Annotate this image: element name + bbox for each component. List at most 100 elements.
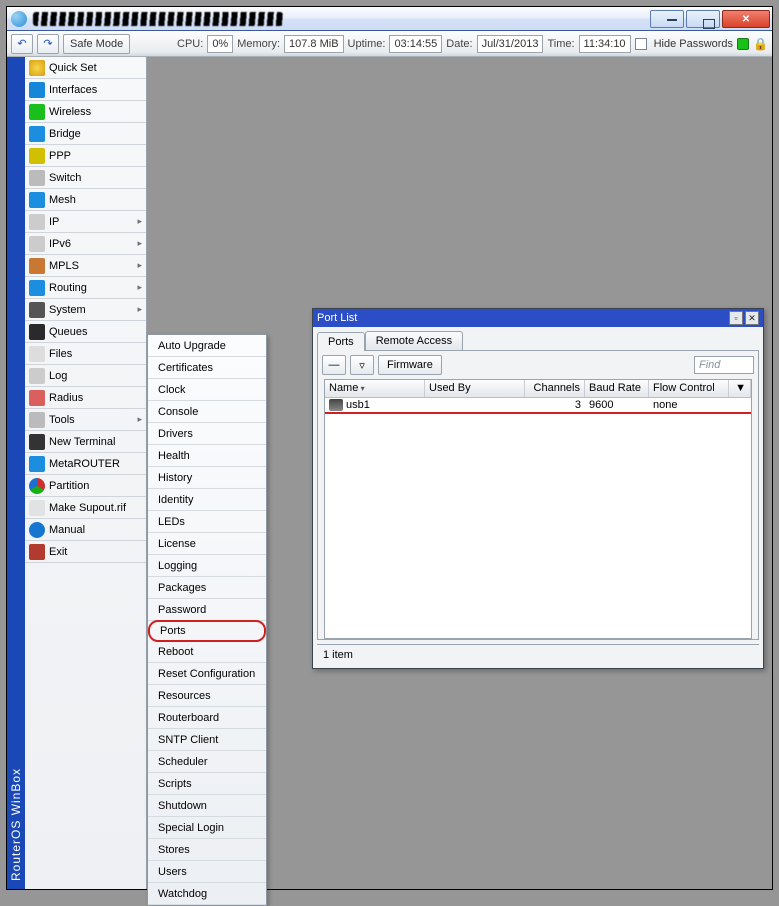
portlist-panel: — ▿ Firmware Find Name Used By Channels … xyxy=(317,350,759,640)
system-icon xyxy=(29,302,45,318)
submenu-item-watchdog[interactable]: Watchdog xyxy=(148,883,266,905)
submenu-item-reboot[interactable]: Reboot xyxy=(148,641,266,663)
sidebar-item-bridge[interactable]: Bridge xyxy=(25,123,146,145)
undo-button[interactable]: ↶ xyxy=(11,34,33,54)
app-body: RouterOS WinBox Quick SetInterfacesWirel… xyxy=(7,57,772,889)
maximize-button[interactable] xyxy=(686,10,720,28)
submenu-item-password[interactable]: Password xyxy=(148,599,266,621)
submenu-item-sntp-client[interactable]: SNTP Client xyxy=(148,729,266,751)
sidebar-item-mpls[interactable]: MPLS▸ xyxy=(25,255,146,277)
sidebar-item-label: Bridge xyxy=(49,128,81,140)
sidebar-item-log[interactable]: Log xyxy=(25,365,146,387)
sidebar-item-partition[interactable]: Partition xyxy=(25,475,146,497)
submenu-item-logging[interactable]: Logging xyxy=(148,555,266,577)
sidebar-item-files[interactable]: Files xyxy=(25,343,146,365)
titlebar[interactable] xyxy=(7,7,772,31)
submenu-item-label: Certificates xyxy=(158,362,213,374)
submenu-item-identity[interactable]: Identity xyxy=(148,489,266,511)
submenu-item-label: Auto Upgrade xyxy=(158,340,226,352)
submenu-item-reset-configuration[interactable]: Reset Configuration xyxy=(148,663,266,685)
mesh-icon xyxy=(29,192,45,208)
portlist-close-button[interactable]: ✕ xyxy=(745,311,759,325)
table-row[interactable]: usb1 3 9600 none xyxy=(325,398,751,414)
submenu-item-users[interactable]: Users xyxy=(148,861,266,883)
submenu-item-shutdown[interactable]: Shutdown xyxy=(148,795,266,817)
sidebar-item-metarouter[interactable]: MetaROUTER xyxy=(25,453,146,475)
sidebar-item-system[interactable]: System▸ xyxy=(25,299,146,321)
submenu-item-scripts[interactable]: Scripts xyxy=(148,773,266,795)
system-submenu: Auto Upgrade Certificates ClockConsole Driv… xyxy=(147,334,267,906)
submenu-item-stores[interactable]: Stores xyxy=(148,839,266,861)
submenu-item-history[interactable]: History xyxy=(148,467,266,489)
submenu-item-label: Identity xyxy=(158,494,193,506)
sidebar-item-switch[interactable]: Switch xyxy=(25,167,146,189)
sidebar-item-routing[interactable]: Routing▸ xyxy=(25,277,146,299)
find-input[interactable]: Find xyxy=(694,356,754,374)
submenu-item-console[interactable]: Console xyxy=(148,401,266,423)
filter-icon: ▿ xyxy=(359,359,365,372)
portlist-restore-button[interactable]: ▫ xyxy=(729,311,743,325)
submenu-item-license[interactable]: License xyxy=(148,533,266,555)
sidebar-item-wireless[interactable]: Wireless xyxy=(25,101,146,123)
submenu-item-health[interactable]: Health xyxy=(148,445,266,467)
col-dropdown[interactable]: ▼ xyxy=(729,380,751,397)
window-controls xyxy=(650,10,770,28)
hide-passwords-checkbox[interactable] xyxy=(635,38,647,50)
sidebar-item-queues[interactable]: Queues xyxy=(25,321,146,343)
col-baud[interactable]: Baud Rate xyxy=(585,380,649,397)
close-icon xyxy=(742,13,750,25)
tab-ports[interactable]: Ports xyxy=(317,332,365,351)
submenu-item-scheduler[interactable]: Scheduler xyxy=(148,751,266,773)
mpls-icon xyxy=(29,258,45,274)
close-button[interactable] xyxy=(722,10,770,28)
sidebar-item-ipv6[interactable]: IPv6▸ xyxy=(25,233,146,255)
col-channels[interactable]: Channels xyxy=(525,380,585,397)
sidebar-item-label: Make Supout.rif xyxy=(49,502,126,514)
portlist-window[interactable]: Port List ▫ ✕ Ports Remote Access — ▿ Fi… xyxy=(312,308,764,669)
sidebar-item-ip[interactable]: IP▸ xyxy=(25,211,146,233)
submenu-item-label: Users xyxy=(158,866,187,878)
submenu-item-routerboard[interactable]: Routerboard xyxy=(148,707,266,729)
submenu-item-clock[interactable]: Clock xyxy=(148,379,266,401)
sidebar-item-exit[interactable]: Exit xyxy=(25,541,146,563)
sidebar-item-radius[interactable]: Radius xyxy=(25,387,146,409)
tab-remote-access[interactable]: Remote Access xyxy=(365,331,463,350)
submenu-item-packages[interactable]: Packages xyxy=(148,577,266,599)
col-name[interactable]: Name xyxy=(325,380,425,397)
firmware-button[interactable]: Firmware xyxy=(378,355,442,375)
col-usedby[interactable]: Used By xyxy=(425,380,525,397)
submenu-item-ports[interactable]: Ports xyxy=(148,620,266,642)
submenu-item-auto-upgrade[interactable]: Auto Upgrade xyxy=(148,335,266,357)
submenu-item-special-login[interactable]: Special Login xyxy=(148,817,266,839)
remove-button[interactable]: — xyxy=(322,355,346,375)
submenu-item-drivers[interactable]: Drivers xyxy=(148,423,266,445)
sidebar-item-label: Files xyxy=(49,348,72,360)
sidebar-item-make-supout-rif[interactable]: Make Supout.rif xyxy=(25,497,146,519)
queues-icon xyxy=(29,324,45,340)
col-flow[interactable]: Flow Control xyxy=(649,380,729,397)
submenu-item-leds[interactable]: LEDs xyxy=(148,511,266,533)
submenu-item-label: Drivers xyxy=(158,428,193,440)
sidebar-item-mesh[interactable]: Mesh xyxy=(25,189,146,211)
minimize-button[interactable] xyxy=(650,10,684,28)
redo-button[interactable]: ↷ xyxy=(37,34,59,54)
cpu-label: CPU: xyxy=(177,38,203,50)
sidebar-item-ppp[interactable]: PPP xyxy=(25,145,146,167)
filter-button[interactable]: ▿ xyxy=(350,355,374,375)
safe-mode-button[interactable]: Safe Mode xyxy=(63,34,130,54)
bridge-icon xyxy=(29,126,45,142)
sidebar-item-interfaces[interactable]: Interfaces xyxy=(25,79,146,101)
portlist-titlebar[interactable]: Port List ▫ ✕ xyxy=(313,309,763,327)
main-window: ↶ ↷ Safe Mode CPU: 0% Memory: 107.8 MiB … xyxy=(6,6,773,890)
submenu-item-certificates[interactable]: Certificates xyxy=(148,357,266,379)
sidebar-item-quick-set[interactable]: Quick Set xyxy=(25,57,146,79)
sidebar-item-label: Log xyxy=(49,370,67,382)
submenu-item-label: Scheduler xyxy=(158,756,208,768)
row-channels: 3 xyxy=(525,399,585,411)
sidebar-item-new-terminal[interactable]: New Terminal xyxy=(25,431,146,453)
sidebar-item-label: System xyxy=(49,304,86,316)
submenu-item-resources[interactable]: Resources xyxy=(148,685,266,707)
chevron-right-icon: ▸ xyxy=(137,414,142,425)
sidebar-item-manual[interactable]: Manual xyxy=(25,519,146,541)
sidebar-item-tools[interactable]: Tools▸ xyxy=(25,409,146,431)
